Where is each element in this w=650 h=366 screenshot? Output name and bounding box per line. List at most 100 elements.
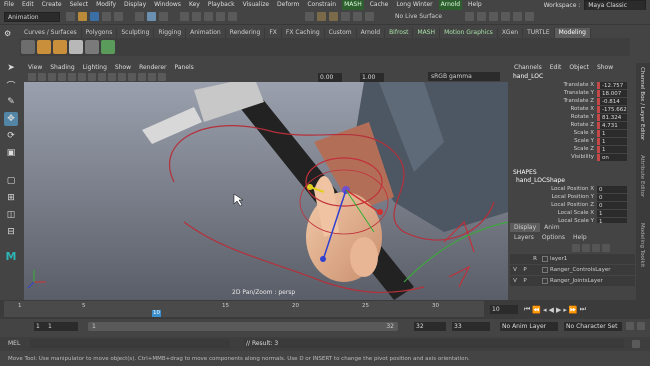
select-component-icon[interactable] xyxy=(159,12,168,21)
exposure-field[interactable]: 0.00 xyxy=(318,72,342,82)
attr-row[interactable]: Scale Y1 xyxy=(510,137,635,145)
select-hierarchy-icon[interactable] xyxy=(135,12,144,21)
viewport-menu-lighting[interactable]: Lighting xyxy=(79,63,111,72)
command-input[interactable] xyxy=(30,339,230,348)
menu-key[interactable]: Key xyxy=(185,0,204,10)
menu-visualize[interactable]: Visualize xyxy=(239,0,273,10)
tab-anim[interactable]: Anim xyxy=(540,223,563,232)
shelf-tab[interactable]: Sculpting xyxy=(117,28,155,38)
textured-icon[interactable] xyxy=(108,73,116,81)
live-surface-status[interactable]: No Live Surface xyxy=(395,12,442,22)
wireframe-icon[interactable] xyxy=(88,73,96,81)
viewport-menu-show[interactable]: Show xyxy=(111,63,135,72)
shelf-cylinder-icon[interactable] xyxy=(85,40,99,54)
attr-value[interactable]: -0.814 xyxy=(597,97,627,105)
undo-icon[interactable] xyxy=(102,12,111,21)
attr-row[interactable]: Visibility on xyxy=(510,153,635,161)
step-forward-key-icon[interactable]: ⏩ xyxy=(569,306,578,314)
tool-settings-icon[interactable] xyxy=(513,12,522,21)
layer-color[interactable] xyxy=(542,278,548,284)
channel-box-icon[interactable] xyxy=(525,12,534,21)
script-editor-icon[interactable] xyxy=(632,340,640,348)
attr-value[interactable]: 0 xyxy=(597,185,627,193)
menu-display[interactable]: Display xyxy=(120,0,150,10)
play-back-icon[interactable]: ◀ xyxy=(549,306,554,314)
time-ruler[interactable]: 1 5 10 15 20 25 30 xyxy=(4,301,484,317)
step-back-icon[interactable]: ◂ xyxy=(543,306,547,314)
mel-label[interactable]: MEL xyxy=(8,340,20,347)
layer-up-icon[interactable] xyxy=(572,243,580,252)
layer-menu-layers[interactable]: Layers xyxy=(510,234,538,241)
layer-menu-help[interactable]: Help xyxy=(569,234,591,241)
shelf-tab[interactable]: XGen xyxy=(498,28,524,38)
open-scene-icon[interactable] xyxy=(78,12,87,21)
attr-row[interactable]: Rotate X -175.662 xyxy=(510,105,635,113)
shelf-tab[interactable]: TURTLE xyxy=(523,28,555,38)
move-tool-icon[interactable]: ✥ xyxy=(4,112,18,126)
shelf-tab[interactable]: Custom xyxy=(325,28,357,38)
menu-cache[interactable]: Cache xyxy=(366,0,393,10)
attr-value[interactable]: 1 xyxy=(597,137,627,145)
paint-select-icon[interactable]: ✎ xyxy=(4,95,18,109)
menu-long-winter[interactable]: Long Winter xyxy=(392,0,436,10)
attr-value[interactable]: -175.662 xyxy=(597,105,627,113)
shape-attr-row[interactable]: Local Scale X1 xyxy=(510,209,635,217)
shelf-options-icon[interactable]: ⚙ xyxy=(4,29,14,38)
attr-value[interactable]: 81.324 xyxy=(597,113,627,121)
shape-attr-row[interactable]: Local Position Y0 xyxy=(510,193,635,201)
shape-attr-row[interactable]: Local Position Z0 xyxy=(510,201,635,209)
range-slider[interactable]: 1 32 xyxy=(88,322,398,331)
render-frame-icon[interactable] xyxy=(317,12,326,21)
xray-view-icon[interactable] xyxy=(158,73,166,81)
shelf-tab[interactable]: Animation xyxy=(186,28,226,38)
menu-edit[interactable]: Edit xyxy=(18,0,38,10)
anim-start-field-2[interactable]: 1 xyxy=(46,322,78,331)
anim-end-field[interactable]: 33 xyxy=(452,322,490,331)
menu-modify[interactable]: Modify xyxy=(92,0,120,10)
manip-z-handle[interactable] xyxy=(320,256,326,262)
character-set-dropdown[interactable]: No Character Set xyxy=(564,322,622,331)
attr-value[interactable]: -12.757 xyxy=(597,81,627,89)
auto-key-icon[interactable] xyxy=(626,322,634,330)
shelf-tab[interactable]: FX Caching xyxy=(282,28,325,38)
lights-icon[interactable] xyxy=(118,73,126,81)
bookmark-icon[interactable] xyxy=(38,73,46,81)
menu-constrain[interactable]: Constrain xyxy=(303,0,340,10)
menu-select[interactable]: Select xyxy=(66,0,93,10)
layer-name[interactable]: Ranger_ControlsLayer xyxy=(550,265,611,275)
snap-surface-icon[interactable] xyxy=(228,12,237,21)
menu-create[interactable]: Create xyxy=(38,0,66,10)
select-object-icon[interactable] xyxy=(147,12,156,21)
go-to-end-icon[interactable]: ⏭ xyxy=(580,305,586,314)
menu-file[interactable]: File xyxy=(0,0,18,10)
step-forward-icon[interactable]: ▸ xyxy=(563,306,567,314)
layer-visibility[interactable]: V xyxy=(510,265,520,275)
layer-color[interactable] xyxy=(542,256,548,262)
cb-menu-edit[interactable]: Edit xyxy=(546,63,566,72)
tab-display[interactable]: Display xyxy=(510,223,541,232)
shelf-tab[interactable]: Rendering xyxy=(226,28,266,38)
attr-value[interactable]: 18.007 xyxy=(597,89,627,97)
attr-row[interactable]: Translate Z -0.814 xyxy=(510,97,635,105)
modeling-toolkit-icon[interactable] xyxy=(489,12,498,21)
step-back-key-icon[interactable]: ⏪ xyxy=(532,306,541,314)
layer-playback[interactable]: P xyxy=(520,276,530,286)
shelf-sphere-icon[interactable] xyxy=(53,40,67,54)
layer-name[interactable]: layer1 xyxy=(550,254,567,264)
attr-value[interactable]: 0 xyxy=(597,193,627,201)
shelf-tab-active[interactable]: Modeling xyxy=(554,28,591,38)
snap-curve-icon[interactable] xyxy=(192,12,201,21)
layer-playback[interactable]: P xyxy=(520,265,530,275)
snap-grid-icon[interactable] xyxy=(180,12,189,21)
render-settings-icon[interactable] xyxy=(341,12,350,21)
shelf-plane-icon[interactable] xyxy=(69,40,83,54)
range-end-field[interactable]: 32 xyxy=(414,322,446,331)
grid-icon[interactable] xyxy=(58,73,66,81)
attr-value[interactable]: 1 xyxy=(597,145,627,153)
viewport-menu-panels[interactable]: Panels xyxy=(170,63,197,72)
layer-visibility[interactable]: V xyxy=(510,276,520,286)
current-frame-field[interactable]: 10 xyxy=(490,305,518,314)
hypershade-icon[interactable] xyxy=(353,12,362,21)
new-scene-icon[interactable] xyxy=(66,12,75,21)
go-to-start-icon[interactable]: ⏮ xyxy=(524,305,530,314)
